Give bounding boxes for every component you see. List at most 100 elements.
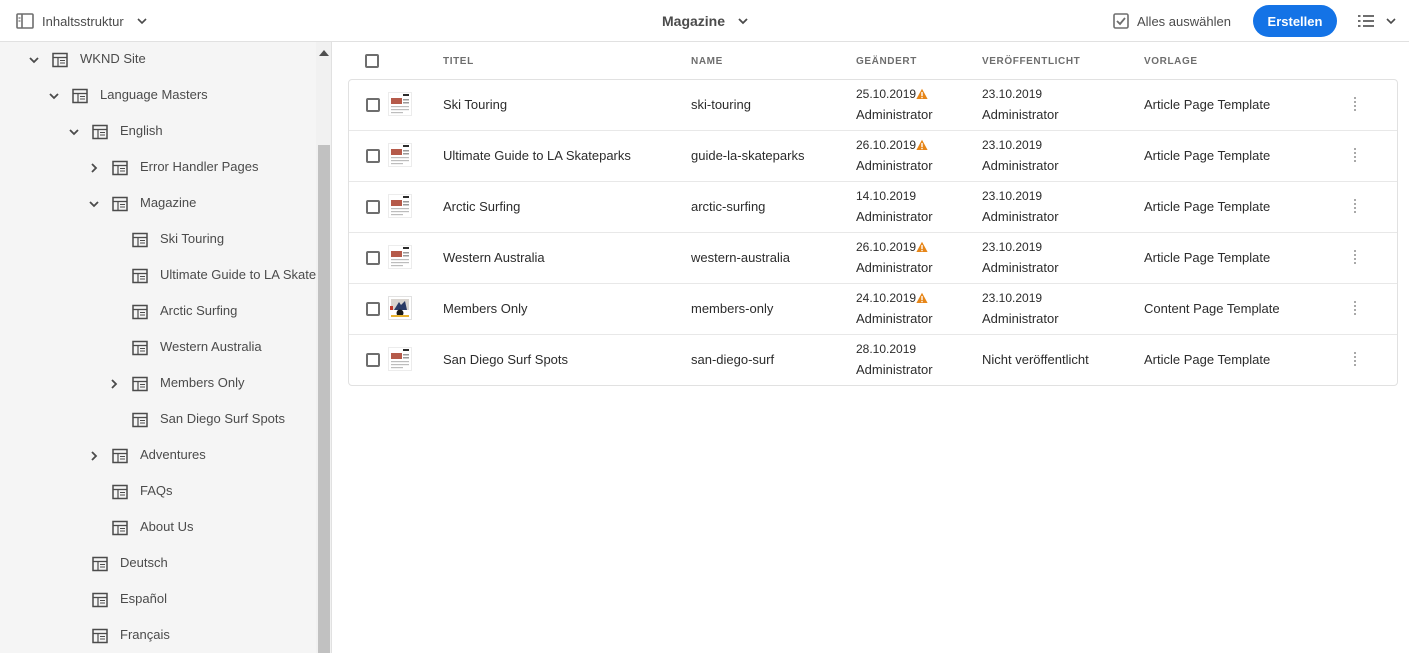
tree-item-fran-ais[interactable]: Français xyxy=(0,618,316,653)
page-icon xyxy=(132,412,148,428)
cell-published-by: Administrator xyxy=(982,311,1059,326)
tree-item-espa-ol[interactable]: Español xyxy=(0,582,316,618)
page-icon xyxy=(112,160,128,176)
cell-modified-date: 28.10.2019 xyxy=(856,342,917,356)
chevron-down-icon[interactable] xyxy=(88,198,100,210)
rail-toggle-label: Inhaltsstruktur xyxy=(42,13,124,29)
cell-name: western-australia xyxy=(691,250,790,265)
cell-published-date: 23.10.2019 xyxy=(982,291,1043,305)
cell-title: Western Australia xyxy=(443,250,545,265)
tree-item-western-australia[interactable]: Western Australia xyxy=(0,330,316,366)
tree-item-label: Ski Touring xyxy=(160,231,225,246)
chevron-down-icon[interactable] xyxy=(48,90,60,102)
row-select-checkbox[interactable] xyxy=(366,251,380,265)
page-icon xyxy=(132,376,148,392)
cell-modified-date: 25.10.2019 xyxy=(856,87,917,101)
row-select-checkbox[interactable] xyxy=(366,353,380,367)
tree-item-magazine[interactable]: Magazine xyxy=(0,186,316,222)
table-row[interactable]: San Diego Surf Spots san-diego-surf 28.10.… xyxy=(349,335,1397,386)
view-switcher[interactable] xyxy=(1357,10,1397,32)
breadcrumb[interactable]: Magazine xyxy=(662,10,749,32)
tree-item-faqs[interactable]: FAQs xyxy=(0,474,316,510)
table-row[interactable]: Members Only members-only 24.10.2019 Admini… xyxy=(349,284,1397,335)
page-icon xyxy=(52,52,68,68)
cell-published-status: Nicht veröffentlicht xyxy=(982,352,1089,367)
scroll-up-arrow[interactable] xyxy=(319,50,329,56)
cell-title: Arctic Surfing xyxy=(443,199,521,214)
select-all-button[interactable]: Alles auswählen xyxy=(1113,10,1231,32)
more-vertical-icon[interactable] xyxy=(1352,147,1358,163)
tree-item-label: Arctic Surfing xyxy=(160,303,238,318)
rail-toggle-button[interactable]: Inhaltsstruktur xyxy=(16,10,148,32)
column-header-title[interactable]: TITEL xyxy=(443,56,474,67)
cell-title: Members Only xyxy=(443,301,528,316)
alert-icon xyxy=(916,292,928,303)
cell-template: Article Page Template xyxy=(1144,250,1271,265)
row-select-checkbox[interactable] xyxy=(366,149,380,163)
cell-published-date: 23.10.2019 xyxy=(982,240,1043,254)
tree-item-wknd-site[interactable]: WKND Site xyxy=(0,42,316,78)
cell-modified-by: Administrator xyxy=(856,362,933,377)
more-vertical-icon[interactable] xyxy=(1352,198,1358,214)
chevron-down-icon[interactable] xyxy=(28,54,40,66)
table-row[interactable]: Ultimate Guide to LA Skateparks guide-la-… xyxy=(349,131,1397,182)
tree-item-label: FAQs xyxy=(140,483,173,498)
list-view-icon xyxy=(1358,15,1374,27)
rail-scrollbar-thumb[interactable] xyxy=(318,145,330,653)
tree-item-error-handler-pages[interactable]: Error Handler Pages xyxy=(0,150,316,186)
column-header-published[interactable]: VERÖFFENTLICHT xyxy=(982,56,1080,67)
tree-item-adventures[interactable]: Adventures xyxy=(0,438,316,474)
alert-icon xyxy=(916,241,928,252)
chevron-right-icon[interactable] xyxy=(88,450,100,462)
tree-item-members-only[interactable]: Members Only xyxy=(0,366,316,402)
cell-name: san-diego-surf xyxy=(691,352,775,367)
page-icon xyxy=(132,340,148,356)
tree-item-label: Ultimate Guide to LA Skatepa xyxy=(160,267,316,282)
tree-item-label: San Diego Surf Spots xyxy=(160,411,286,426)
cell-name: ski-touring xyxy=(691,97,751,112)
page-icon xyxy=(112,196,128,212)
tree-item-english[interactable]: English xyxy=(0,114,316,150)
more-vertical-icon[interactable] xyxy=(1352,351,1358,367)
column-header-name[interactable]: NAME xyxy=(691,56,723,67)
tree-item-deutsch[interactable]: Deutsch xyxy=(0,546,316,582)
more-vertical-icon[interactable] xyxy=(1352,249,1358,265)
tree-item-about-us[interactable]: About Us xyxy=(0,510,316,546)
cell-published-by: Administrator xyxy=(982,158,1059,173)
page-thumbnail xyxy=(388,92,412,116)
cell-modified-date: 26.10.2019 xyxy=(856,240,917,254)
cell-modified-by: Administrator xyxy=(856,260,933,275)
chevron-down-icon[interactable] xyxy=(68,126,80,138)
cell-title: San Diego Surf Spots xyxy=(443,352,569,367)
column-header-modified[interactable]: GEÄNDERT xyxy=(856,56,917,67)
chevron-right-icon[interactable] xyxy=(88,162,100,174)
page-icon xyxy=(132,304,148,320)
table-row[interactable]: Arctic Surfing arctic-surfing 14.10.2019 Ad… xyxy=(349,182,1397,233)
table-row[interactable]: Western Australia western-australia 26.10.… xyxy=(349,233,1397,284)
tree-item-label: English xyxy=(120,123,163,138)
tree-item-arctic-surfing[interactable]: Arctic Surfing xyxy=(0,294,316,330)
tree-item-label: Members Only xyxy=(160,375,245,390)
row-select-checkbox[interactable] xyxy=(366,302,380,316)
tree-item-label: Español xyxy=(120,591,167,606)
cell-modified-date: 24.10.2019 xyxy=(856,291,917,305)
more-vertical-icon[interactable] xyxy=(1352,96,1358,112)
rail-icon xyxy=(16,13,34,29)
tree-item-label: Français xyxy=(120,627,170,642)
chevron-right-icon[interactable] xyxy=(108,378,120,390)
more-vertical-icon[interactable] xyxy=(1352,300,1358,316)
create-button[interactable]: Erstellen xyxy=(1253,5,1337,37)
tree-item-ultimate-guide-to-la-skatepa[interactable]: Ultimate Guide to LA Skatepa xyxy=(0,258,316,294)
cell-template: Article Page Template xyxy=(1144,148,1271,163)
table-row[interactable]: Ski Touring ski-touring 25.10.2019 Administ… xyxy=(349,80,1397,131)
cell-published-by: Administrator xyxy=(982,107,1059,122)
column-header-template[interactable]: VORLAGE xyxy=(1144,56,1198,67)
row-select-checkbox[interactable] xyxy=(366,98,380,112)
tree-item-language-masters[interactable]: Language Masters xyxy=(0,78,316,114)
tree-item-ski-touring[interactable]: Ski Touring xyxy=(0,222,316,258)
tree-item-san-diego-surf-spots[interactable]: San Diego Surf Spots xyxy=(0,402,316,438)
content-tree-rail: WKND Site Language Masters English Error Ha… xyxy=(0,42,332,653)
row-select-checkbox[interactable] xyxy=(366,200,380,214)
chevron-down-icon xyxy=(137,18,147,25)
header-select-checkbox[interactable] xyxy=(365,54,379,68)
